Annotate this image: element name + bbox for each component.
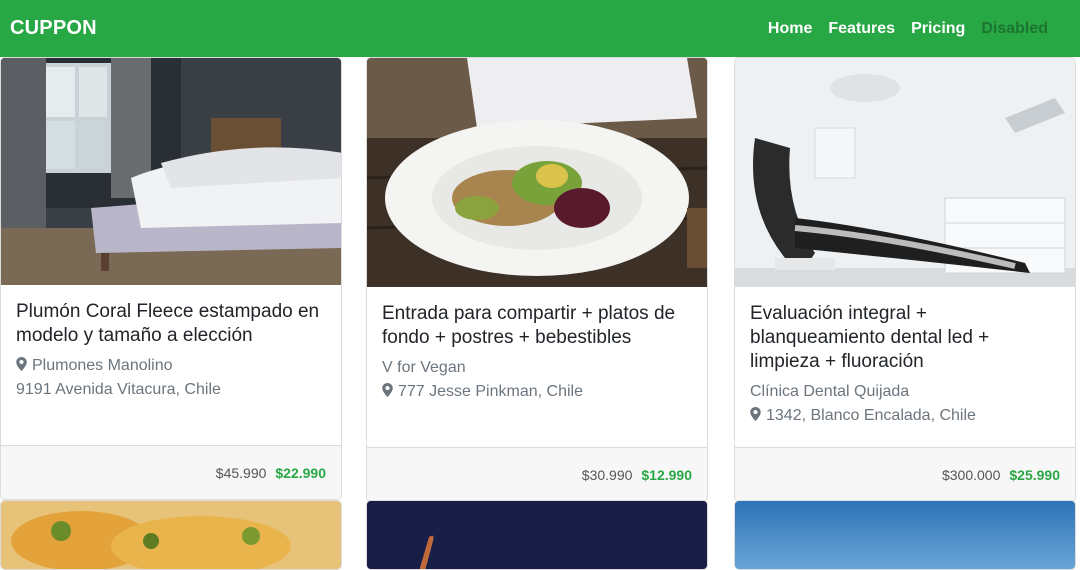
nav-link-disabled: Disabled: [981, 19, 1048, 37]
address: 777 Jesse Pinkman, Chile: [398, 383, 583, 400]
nav-link-features[interactable]: Features: [820, 20, 903, 38]
pasta-image[interactable]: [1, 501, 341, 569]
bedroom-image[interactable]: [1, 58, 341, 285]
card-footer: $300.000 $25.990: [735, 447, 1075, 501]
old-price: $45.990: [215, 464, 267, 481]
merchant-name: Clínica Dental Quijada: [750, 383, 910, 400]
card-body: Plumón Coral Fleece estampado en modelo …: [1, 285, 341, 445]
merchant-name: Plumones Manolino: [32, 357, 173, 374]
food-plate-image[interactable]: [367, 58, 707, 287]
new-price: $25.990: [1009, 466, 1060, 483]
old-price: $300.000: [941, 466, 1001, 483]
card-body: Evaluación integral + blanqueamiento den…: [735, 287, 1075, 447]
address: 1342, Blanco Encalada, Chile: [766, 407, 976, 424]
deal-card[interactable]: Evaluación integral + blanqueamiento den…: [734, 57, 1076, 502]
merchant-line: Plumones Manolino: [16, 354, 326, 378]
merchant-name: V for Vegan: [382, 359, 466, 376]
deal-card[interactable]: [366, 500, 708, 570]
deal-card[interactable]: [0, 500, 342, 570]
dental-chair-image[interactable]: [735, 58, 1075, 287]
deal-card[interactable]: Plumón Coral Fleece estampado en modelo …: [0, 57, 342, 500]
old-price: $30.990: [581, 466, 633, 483]
nav-link-home[interactable]: Home: [760, 20, 820, 38]
deal-title[interactable]: Entrada para compartir + platos de fondo…: [382, 302, 692, 350]
card-footer: $30.990 $12.990: [367, 447, 707, 501]
deal-card[interactable]: Entrada para compartir + platos de fondo…: [366, 57, 708, 502]
map-marker-icon: [750, 407, 761, 421]
nav-link-pricing[interactable]: Pricing: [903, 20, 973, 38]
card-footer: $45.990 $22.990: [1, 445, 341, 499]
brand-logo[interactable]: CUPPON: [10, 17, 97, 40]
deal-title[interactable]: Plumón Coral Fleece estampado en modelo …: [16, 300, 326, 348]
address-line: 777 Jesse Pinkman, Chile: [382, 380, 692, 404]
new-price: $22.990: [275, 464, 326, 481]
deal-card[interactable]: [734, 500, 1076, 570]
deal-title[interactable]: Evaluación integral + blanqueamiento den…: [750, 302, 1060, 374]
nav-links: Home Features Pricing Disabled: [760, 20, 1056, 38]
map-marker-icon: [16, 357, 27, 371]
navbar: CUPPON Home Features Pricing Disabled: [0, 0, 1080, 57]
address: 9191 Avenida Vitacura, Chile: [16, 381, 221, 398]
night-image[interactable]: [367, 501, 707, 569]
card-body: Entrada para compartir + platos de fondo…: [367, 287, 707, 447]
map-marker-icon: [382, 383, 393, 397]
new-price: $12.990: [641, 466, 692, 483]
sky-image[interactable]: [735, 501, 1075, 569]
address-line: 1342, Blanco Encalada, Chile: [750, 404, 1060, 428]
